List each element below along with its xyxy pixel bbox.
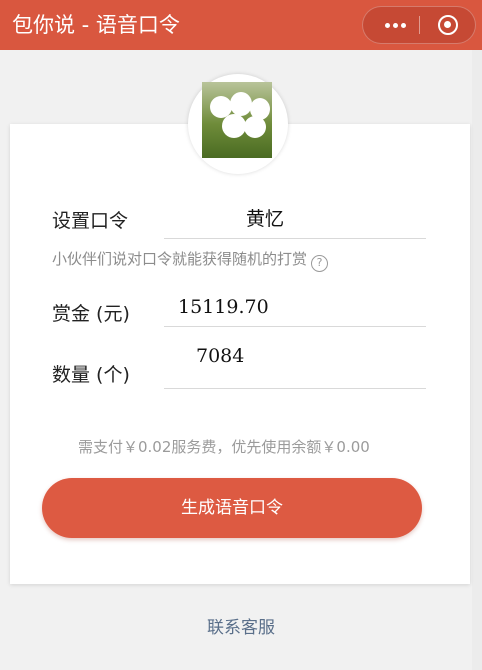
password-label: 设置口令 bbox=[52, 210, 129, 232]
avatar bbox=[188, 74, 288, 174]
background-edge bbox=[472, 50, 482, 670]
count-label: 数量 (个) bbox=[52, 364, 130, 386]
page-title: 包你说 - 语音口令 bbox=[12, 13, 180, 37]
password-underline bbox=[164, 238, 426, 239]
nav-bar: 包你说 - 语音口令 bbox=[0, 0, 482, 50]
generate-voice-password-button[interactable]: 生成语音口令 bbox=[42, 478, 422, 538]
more-dots-icon[interactable] bbox=[385, 23, 407, 29]
amount-label: 赏金 (元) bbox=[52, 303, 130, 325]
amount-underline bbox=[164, 326, 426, 327]
hint-label: 小伙伴们说对口令就能获得随机的打赏 bbox=[52, 250, 308, 268]
fee-text: 需支付￥0.02服务费，优先使用余额￥0.00 bbox=[78, 438, 370, 456]
contact-service-link[interactable]: 联系客服 bbox=[0, 616, 482, 640]
avatar-image bbox=[202, 82, 272, 158]
hint-text: 小伙伴们说对口令就能获得随机的打赏? bbox=[52, 248, 329, 272]
count-underline bbox=[164, 388, 426, 389]
help-icon[interactable]: ? bbox=[311, 255, 329, 272]
mini-program-capsule bbox=[362, 6, 476, 44]
count-input[interactable]: 7084 bbox=[196, 343, 244, 369]
amount-input[interactable]: 15119.70 bbox=[178, 294, 269, 320]
close-circle-icon[interactable] bbox=[438, 15, 458, 35]
password-value: 黄忆 bbox=[246, 208, 285, 230]
capsule-divider bbox=[419, 16, 420, 34]
password-input[interactable]: 黄忆 bbox=[246, 206, 284, 232]
